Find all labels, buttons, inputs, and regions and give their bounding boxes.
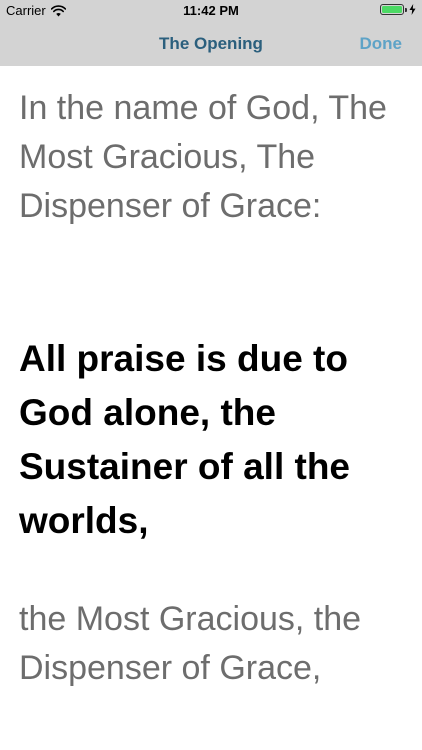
done-button[interactable]: Done — [360, 22, 403, 66]
status-bar: Carrier 11:42 PM — [0, 0, 422, 22]
status-time: 11:42 PM — [183, 3, 239, 18]
verse-text: In the name of God, The Most Gracious, T… — [19, 89, 387, 225]
battery-group — [380, 4, 416, 15]
navigation-bar: The Opening Done — [0, 22, 422, 66]
top-bar: Carrier 11:42 PM The Opening Done — [0, 0, 422, 66]
verse-text-highlighted: All praise is due to God alone, the Sust… — [19, 338, 351, 541]
screen: Carrier 11:42 PM The Opening Done In the… — [0, 0, 422, 750]
surah-text-area[interactable]: In the name of God, The Most Gracious, T… — [0, 66, 422, 750]
battery-icon — [380, 4, 407, 15]
battery-fill — [382, 6, 402, 13]
verse-text: the Most Gracious, the Dispenser of Grac… — [19, 600, 362, 687]
charging-bolt-icon — [409, 4, 416, 15]
battery-cap — [405, 8, 407, 12]
